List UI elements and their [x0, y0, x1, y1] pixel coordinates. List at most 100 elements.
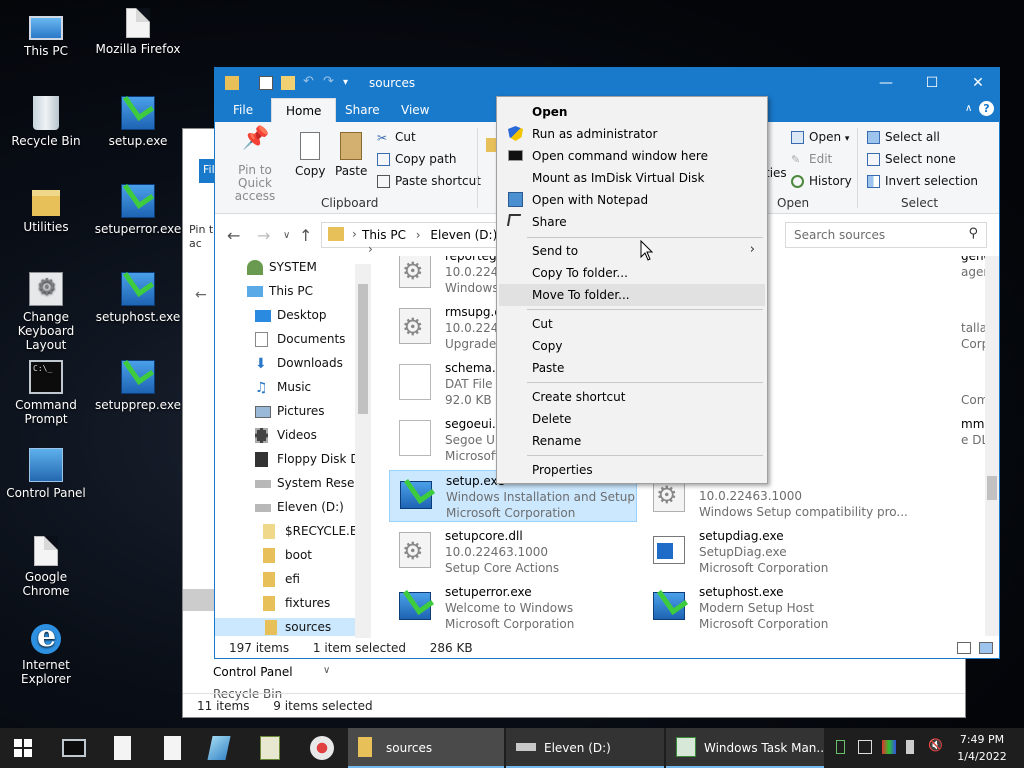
menu-item-properties[interactable]: Properties — [499, 459, 765, 481]
taskbar-task-sources[interactable]: sources — [348, 728, 504, 768]
open-button[interactable]: Open ▾ — [791, 130, 849, 144]
breadcrumb-eleven-d[interactable]: Eleven (D:) — [430, 228, 497, 242]
invert-selection-button[interactable]: Invert selection — [867, 174, 978, 188]
search-input[interactable]: Search sources ⚲ — [785, 222, 987, 248]
back-nav-control-panel[interactable]: Control Panel — [213, 665, 293, 679]
redo-icon[interactable]: ↷ — [323, 74, 337, 89]
properties-icon[interactable] — [259, 76, 273, 90]
tray-color-icon[interactable] — [882, 740, 896, 754]
nav-scroll-thumb[interactable] — [358, 284, 368, 414]
menu-item-open[interactable]: Open — [499, 101, 765, 123]
desktop-icon-change-keyboard-layout[interactable]: Change Keyboard Layout — [0, 272, 92, 352]
tab-view[interactable]: View — [387, 98, 443, 122]
minimize-button[interactable]: — — [863, 68, 909, 98]
desktop-icon-recycle-bin[interactable]: Recycle Bin — [0, 96, 92, 148]
tray-window-icon[interactable] — [858, 740, 872, 754]
list-item[interactable]: setupcore.dll 10.0.22463.1000 Setup Core… — [389, 526, 637, 578]
menu-item-cut[interactable]: Cut — [499, 313, 765, 335]
nav-item-system[interactable]: SYSTEM — [247, 260, 317, 275]
paste-shortcut-button[interactable]: Paste shortcut — [377, 174, 481, 188]
large-icons-view-icon[interactable] — [979, 642, 993, 654]
start-button[interactable] — [0, 728, 48, 768]
menu-item-rename[interactable]: Rename — [499, 430, 765, 452]
close-button[interactable]: ✕ — [955, 68, 1001, 98]
breadcrumb[interactable]: › This PC › Eleven (D:) › — [321, 222, 517, 256]
back-arrow-icon[interactable]: ← — [195, 287, 207, 303]
maximize-button[interactable]: ☐ — [909, 68, 955, 98]
desktop-icon-command-prompt[interactable]: Command Prompt — [0, 360, 92, 426]
desktop-icon-setup-exe[interactable]: setup.exe — [92, 96, 184, 148]
recent-locations-chevron-icon[interactable]: ∨ — [283, 230, 290, 241]
forward-arrow-icon[interactable]: → — [257, 226, 270, 245]
file-list-scrollbar[interactable] — [985, 256, 999, 636]
desktop-icon-internet-explorer[interactable]: Internet Explorer — [0, 619, 92, 686]
desktop-icon-google-chrome[interactable]: Google Chrome — [0, 536, 92, 598]
menu-item-delete[interactable]: Delete — [499, 408, 765, 430]
taskbar-document-icon[interactable] — [164, 736, 181, 760]
tray-usb-icon[interactable] — [906, 740, 914, 754]
properties-button[interactable]: ties — [765, 166, 787, 180]
menu-item-send-to[interactable]: Send to › — [499, 240, 765, 262]
nav-item-boot[interactable]: boot — [263, 548, 312, 563]
desktop-icon-setuphost-exe[interactable]: setuphost.exe — [92, 272, 184, 324]
nav-item-music[interactable]: ♫ Music — [255, 380, 311, 396]
back-scroll-down-icon[interactable]: ∨ — [323, 665, 337, 695]
edit-button[interactable]: ✎ Edit — [791, 152, 832, 166]
select-all-button[interactable]: Select all — [867, 130, 940, 144]
nav-item-downloads[interactable]: ⬇ Downloads — [255, 356, 343, 372]
menu-item-share[interactable]: Share — [499, 211, 765, 233]
menu-item-open-command-window[interactable]: Open command window here — [499, 145, 765, 167]
list-item[interactable]: setuphost.exe Modern Setup Host Microsof… — [643, 582, 891, 634]
back-arrow-icon[interactable]: ← — [227, 226, 240, 245]
select-none-button[interactable]: Select none — [867, 152, 956, 166]
menu-item-create-shortcut[interactable]: Create shortcut — [499, 386, 765, 408]
breadcrumb-separator-icon[interactable]: › — [352, 227, 357, 241]
undo-icon[interactable]: ↶ — [303, 74, 317, 89]
tab-share[interactable]: Share — [331, 98, 394, 122]
customize-quick-access-icon[interactable]: ▾ — [343, 77, 357, 91]
menu-item-paste[interactable]: Paste — [499, 357, 765, 379]
list-item[interactable]: setuperror.exe Welcome to Windows Micros… — [389, 582, 637, 634]
tab-file[interactable]: File — [215, 98, 272, 122]
nav-item-pictures[interactable]: Pictures — [255, 404, 325, 418]
cut-button[interactable]: ✂ Cut — [377, 130, 416, 145]
desktop-icon-utilities[interactable]: Utilities — [0, 184, 92, 234]
taskbar-clock[interactable]: 7:49 PM 1/4/2022 — [954, 731, 1010, 765]
title-bar[interactable]: ↶ ↷ ▾ sources — ☐ ✕ — [215, 68, 999, 98]
nav-item-fixtures[interactable]: fixtures — [263, 596, 330, 611]
menu-item-mount-imdisk[interactable]: Mount as ImDisk Virtual Disk — [499, 167, 765, 189]
nav-item-sources[interactable]: sources — [215, 618, 355, 636]
pin-quick-access-button[interactable]: 📌 Pin to Quick access — [221, 128, 289, 203]
copy-path-button[interactable]: Copy path — [377, 152, 457, 166]
taskbar-document-icon[interactable] — [114, 736, 131, 760]
nav-scrollbar[interactable] — [355, 264, 371, 638]
copy-button[interactable]: Copy — [295, 132, 325, 178]
nav-item-documents[interactable]: Documents — [255, 332, 345, 347]
menu-item-move-to-folder[interactable]: Move To folder... — [499, 284, 765, 306]
nav-item-eleven-d[interactable]: Eleven (D:) — [255, 500, 344, 514]
desktop-icon-mozilla-firefox[interactable]: Mozilla Firefox — [92, 8, 184, 56]
breadcrumb-this-pc[interactable]: This PC — [362, 228, 406, 242]
menu-item-copy[interactable]: Copy — [499, 335, 765, 357]
nav-item-desktop[interactable]: Desktop — [255, 308, 327, 322]
navigation-pane[interactable]: SYSTEM This PC Desktop Documents ⬇ Downlo… — [215, 256, 371, 636]
taskbar-chart-app-icon[interactable] — [260, 736, 280, 760]
taskbar-glass-app-icon[interactable] — [207, 736, 231, 760]
desktop-icon-control-panel[interactable]: Control Panel — [0, 448, 92, 500]
help-icon[interactable]: ? — [973, 98, 1000, 122]
history-button[interactable]: History — [791, 174, 852, 188]
nav-item-efi[interactable]: efi — [263, 572, 300, 587]
list-item[interactable]: setupdiag.exe SetupDiag.exe Microsoft Co… — [643, 526, 891, 578]
file-scroll-thumb[interactable] — [987, 476, 997, 500]
taskbar-paint-app-icon[interactable] — [310, 736, 334, 760]
tab-home[interactable]: Home — [271, 98, 337, 122]
taskbar-task-task-manager[interactable]: Windows Task Man... — [666, 728, 824, 768]
nav-item-videos[interactable]: Videos — [255, 428, 317, 443]
paste-button[interactable]: Paste — [335, 132, 367, 178]
volume-muted-icon[interactable]: 🔇 — [928, 738, 943, 752]
nav-item-this-pc[interactable]: This PC — [247, 284, 313, 298]
desktop-icon-setupprep-exe[interactable]: setupprep.exe — [92, 360, 184, 412]
taskbar-task-eleven-d[interactable]: Eleven (D:) — [506, 728, 664, 768]
taskbar-command-prompt-icon[interactable] — [62, 739, 86, 757]
menu-item-copy-to-folder[interactable]: Copy To folder... — [499, 262, 765, 284]
